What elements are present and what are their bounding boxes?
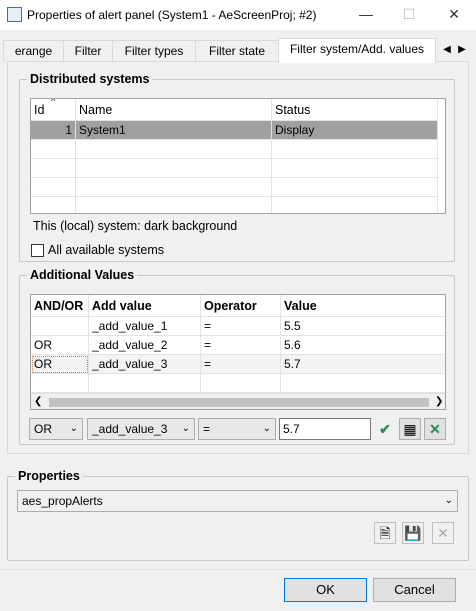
minimize-icon[interactable]: — — [358, 6, 374, 22]
value-cell[interactable]: 5.6 — [281, 336, 445, 355]
empty-cell — [31, 197, 76, 213]
maximize-icon[interactable]: ☐ — [401, 6, 417, 22]
operator-select[interactable]: = ⌄ — [198, 418, 276, 440]
system-status-cell: Display — [272, 121, 438, 140]
tab-erange[interactable]: erange — [3, 40, 64, 62]
empty-cell — [31, 178, 76, 197]
operator-select-value: = — [203, 422, 211, 436]
scroll-right-icon[interactable]: ❯ — [435, 396, 443, 407]
tab-scroll-left-icon[interactable]: ◀ — [440, 40, 454, 60]
tab-filter-types[interactable]: Filter types — [112, 40, 196, 62]
tab-scroll-right-icon[interactable]: ▶ — [455, 40, 469, 60]
addvalue-select[interactable]: _add_value_3 ⌄ — [87, 418, 195, 440]
chevron-down-icon: ⌄ — [262, 423, 271, 434]
chevron-down-icon: ⌄ — [69, 423, 78, 434]
additional-values-label: Additional Values — [27, 268, 138, 282]
andor-cell-selected[interactable]: OR — [31, 355, 89, 374]
local-system-note: This (local) system: dark background — [33, 219, 238, 233]
properties-select-value: aes_propAlerts — [22, 494, 103, 508]
properties-group — [7, 476, 469, 561]
properties-select[interactable]: aes_propAlerts ⌄ — [17, 490, 458, 512]
empty-cell — [31, 140, 76, 159]
empty-cell — [76, 140, 272, 159]
tab-filter[interactable]: Filter — [63, 40, 113, 62]
empty-cell — [76, 159, 272, 178]
close-icon[interactable]: ✕ — [446, 6, 462, 22]
additional-values-grid[interactable]: AND/OR Add value Operator Value _add_val… — [30, 294, 446, 410]
app-icon — [7, 7, 22, 22]
delete-x-icon[interactable]: ✕ — [424, 418, 446, 440]
value-input[interactable]: 5.7 — [279, 418, 371, 440]
empty-cell — [281, 374, 445, 393]
system-name-cell: System1 — [76, 121, 272, 140]
title-bar: Properties of alert panel (System1 - AeS… — [0, 0, 476, 30]
col-operator-header[interactable]: Operator — [201, 295, 281, 317]
delete-icon[interactable]: ✕ — [432, 522, 454, 544]
col-andor-header[interactable]: AND/OR — [31, 295, 89, 317]
value-cell[interactable]: 5.7 — [281, 355, 445, 374]
col-value-header[interactable]: Value — [281, 295, 445, 317]
chevron-down-icon: ⌄ — [444, 495, 453, 506]
window-title: Properties of alert panel (System1 - AeS… — [27, 8, 317, 22]
tab-strip: erange Filter Filter types Filter state … — [0, 38, 476, 63]
sort-asc-icon: ^ — [51, 98, 56, 106]
andor-select-value: OR — [34, 422, 52, 436]
operator-cell[interactable]: = — [201, 336, 281, 355]
horizontal-scrollbar[interactable]: ❮ ❯ — [31, 393, 445, 409]
systems-grid[interactable]: Id ^ Name Status 1 System1 Display — [30, 98, 446, 214]
properties-label: Properties — [15, 469, 83, 483]
system-id-cell: 1 — [31, 121, 76, 140]
andor-cell[interactable]: OR — [31, 336, 89, 355]
distributed-systems-label: Distributed systems — [27, 72, 153, 86]
new-document-icon[interactable]: 🗎 — [374, 522, 396, 544]
cancel-button[interactable]: Cancel — [373, 578, 456, 602]
tab-filter-system[interactable]: Filter system/Add. values — [278, 38, 436, 63]
all-systems-checkbox[interactable] — [31, 244, 44, 257]
all-systems-label[interactable]: All available systems — [48, 243, 164, 257]
confirm-check-icon[interactable]: ✔ — [374, 418, 396, 440]
addvalue-cell[interactable]: _add_value_1 — [89, 317, 201, 336]
addvalue-cell[interactable]: _add_value_3 — [89, 355, 201, 374]
empty-cell — [272, 178, 438, 197]
scroll-thumb[interactable] — [49, 398, 429, 407]
ok-button[interactable]: OK — [284, 578, 367, 602]
chevron-down-icon: ⌄ — [181, 423, 190, 434]
save-icon[interactable]: 💾 — [402, 522, 424, 544]
tab-filter-state[interactable]: Filter state — [195, 40, 279, 62]
andor-cell[interactable] — [31, 317, 89, 336]
empty-cell — [31, 159, 76, 178]
empty-cell — [31, 374, 89, 393]
empty-cell — [272, 197, 438, 213]
operator-cell[interactable]: = — [201, 317, 281, 336]
empty-cell — [76, 178, 272, 197]
empty-cell — [201, 374, 281, 393]
scroll-left-icon[interactable]: ❮ — [34, 396, 42, 407]
andor-select[interactable]: OR ⌄ — [29, 418, 83, 440]
value-cell[interactable]: 5.5 — [281, 317, 445, 336]
empty-cell — [272, 159, 438, 178]
empty-cell — [76, 197, 272, 213]
empty-cell — [89, 374, 201, 393]
col-addvalue-header[interactable]: Add value — [89, 295, 201, 317]
empty-cell — [272, 140, 438, 159]
table-edit-icon[interactable]: ▦ — [399, 418, 421, 440]
addvalue-select-value: _add_value_3 — [92, 422, 168, 436]
operator-cell[interactable]: = — [201, 355, 281, 374]
addvalue-cell[interactable]: _add_value_2 — [89, 336, 201, 355]
col-name-header[interactable]: Name — [76, 99, 272, 121]
col-status-header[interactable]: Status — [272, 99, 438, 121]
